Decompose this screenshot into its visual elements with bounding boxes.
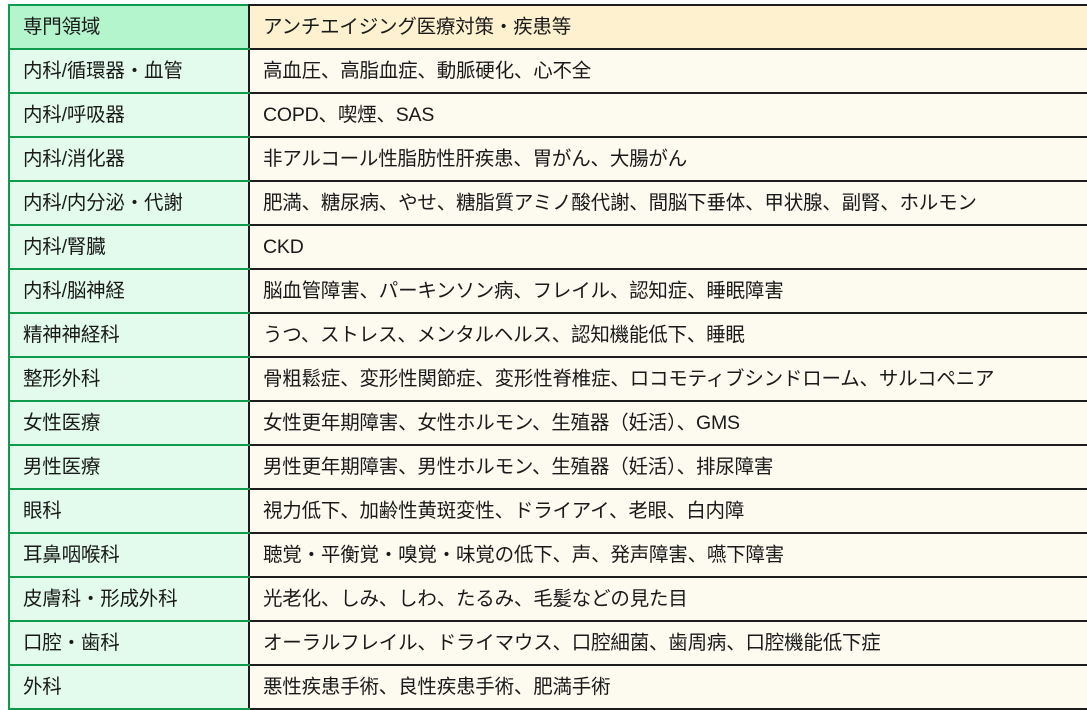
cell-antiaging-measures: 悪性疾患手術、良性疾患手術、肥満手術 [249, 664, 1087, 710]
table-row: 整形外科 骨粗鬆症、変形性関節症、変形性脊椎症、ロコモティブシンドローム、サルコペ… [8, 356, 1087, 402]
cell-antiaging-measures: 脳血管障害、パーキンソン病、フレイル、認知症、睡眠障害 [249, 268, 1087, 314]
table-row: 内科/腎臓 CKD [8, 224, 1087, 270]
table-row: 精神神経科 うつ、ストレス、メンタルヘルス、認知機能低下、睡眠 [8, 312, 1087, 358]
cell-specialty-area: 内科/循環器・血管 [8, 48, 250, 94]
cell-antiaging-measures: COPD、喫煙、SAS [249, 92, 1087, 138]
cell-antiaging-measures: 非アルコール性脂肪性肝疾患、胃がん、大腸がん [249, 136, 1087, 182]
table-row: 内科/呼吸器 COPD、喫煙、SAS [8, 92, 1087, 138]
cell-specialty-area: 女性医療 [8, 400, 250, 446]
cell-antiaging-measures: 肥満、糖尿病、やせ、糖脂質アミノ酸代謝、間脳下垂体、甲状腺、副腎、ホルモン [249, 180, 1087, 226]
table-row: 内科/消化器 非アルコール性脂肪性肝疾患、胃がん、大腸がん [8, 136, 1087, 182]
cell-specialty-area: 内科/腎臓 [8, 224, 250, 270]
table-row: 外科 悪性疾患手術、良性疾患手術、肥満手術 [8, 664, 1087, 710]
cell-antiaging-measures: CKD [249, 224, 1087, 270]
cell-specialty-area: 男性医療 [8, 444, 250, 490]
cell-antiaging-measures: オーラルフレイル、ドライマウス、口腔細菌、歯周病、口腔機能低下症 [249, 620, 1087, 666]
cell-antiaging-measures: 視力低下、加齢性黄斑変性、ドライアイ、老眼、白内障 [249, 488, 1087, 534]
cell-specialty-area: 外科 [8, 664, 250, 710]
table-row: 内科/内分泌・代謝 肥満、糖尿病、やせ、糖脂質アミノ酸代謝、間脳下垂体、甲状腺、副… [8, 180, 1087, 226]
cell-specialty-area: 精神神経科 [8, 312, 250, 358]
cell-antiaging-measures: 光老化、しみ、しわ、たるみ、毛髪などの見た目 [249, 576, 1087, 622]
table-row: 口腔・歯科 オーラルフレイル、ドライマウス、口腔細菌、歯周病、口腔機能低下症 [8, 620, 1087, 666]
cell-specialty-area: 口腔・歯科 [8, 620, 250, 666]
cell-specialty-area: 整形外科 [8, 356, 250, 402]
cell-antiaging-measures: 聴覚・平衡覚・嗅覚・味覚の低下、声、発声障害、嚥下障害 [249, 532, 1087, 578]
table-row: 女性医療 女性更年期障害、女性ホルモン、生殖器（妊活）、GMS [8, 400, 1087, 446]
table-body: 専門領域 アンチエイジング医療対策・疾患等 内科/循環器・血管 高血圧、高脂血症、… [8, 4, 1087, 710]
specialty-table-container: 専門領域 アンチエイジング医療対策・疾患等 内科/循環器・血管 高血圧、高脂血症、… [8, 4, 1087, 710]
cell-antiaging-measures: うつ、ストレス、メンタルヘルス、認知機能低下、睡眠 [249, 312, 1087, 358]
cell-antiaging-measures: 高血圧、高脂血症、動脈硬化、心不全 [249, 48, 1087, 94]
cell-specialty-area: 内科/呼吸器 [8, 92, 250, 138]
header-cell-antiaging-measures: アンチエイジング医療対策・疾患等 [249, 4, 1087, 50]
cell-specialty-area: 耳鼻咽喉科 [8, 532, 250, 578]
cell-specialty-area: 眼科 [8, 488, 250, 534]
cell-specialty-area: 皮膚科・形成外科 [8, 576, 250, 622]
table-row: 皮膚科・形成外科 光老化、しみ、しわ、たるみ、毛髪などの見た目 [8, 576, 1087, 622]
cell-specialty-area: 内科/消化器 [8, 136, 250, 182]
cell-specialty-area: 内科/脳神経 [8, 268, 250, 314]
table-row: 眼科 視力低下、加齢性黄斑変性、ドライアイ、老眼、白内障 [8, 488, 1087, 534]
specialty-disease-table: 専門領域 アンチエイジング医療対策・疾患等 内科/循環器・血管 高血圧、高脂血症、… [8, 4, 1087, 710]
cell-specialty-area: 内科/内分泌・代謝 [8, 180, 250, 226]
table-row: 男性医療 男性更年期障害、男性ホルモン、生殖器（妊活）、排尿障害 [8, 444, 1087, 490]
table-header-row: 専門領域 アンチエイジング医療対策・疾患等 [8, 4, 1087, 50]
cell-antiaging-measures: 男性更年期障害、男性ホルモン、生殖器（妊活）、排尿障害 [249, 444, 1087, 490]
cell-antiaging-measures: 骨粗鬆症、変形性関節症、変形性脊椎症、ロコモティブシンドローム、サルコペニア [249, 356, 1087, 402]
header-cell-specialty-area: 専門領域 [8, 4, 250, 50]
cell-antiaging-measures: 女性更年期障害、女性ホルモン、生殖器（妊活）、GMS [249, 400, 1087, 446]
table-row: 内科/脳神経 脳血管障害、パーキンソン病、フレイル、認知症、睡眠障害 [8, 268, 1087, 314]
table-row: 耳鼻咽喉科 聴覚・平衡覚・嗅覚・味覚の低下、声、発声障害、嚥下障害 [8, 532, 1087, 578]
table-row: 内科/循環器・血管 高血圧、高脂血症、動脈硬化、心不全 [8, 48, 1087, 94]
